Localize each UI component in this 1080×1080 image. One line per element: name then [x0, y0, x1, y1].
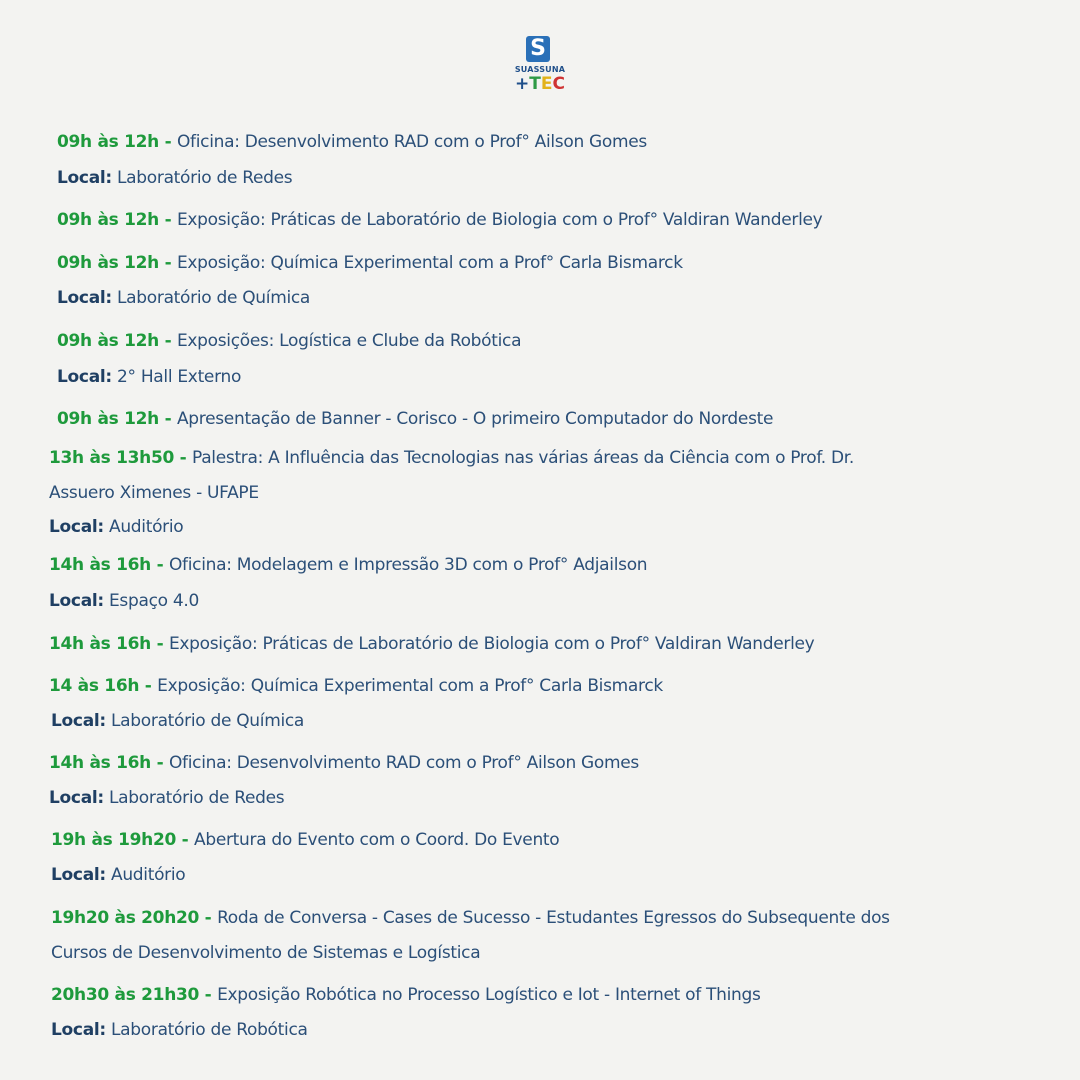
- suassuna-tec-logo: S SUASSUNA +TEC: [508, 36, 572, 98]
- schedule-line: 09h às 12h - Exposição: Química Experime…: [57, 252, 683, 274]
- activity-text: Oficina: Desenvolvimento RAD com o Prof°…: [176, 132, 647, 152]
- location-label: Local:: [57, 367, 112, 387]
- schedule-line: 09h às 12h - Exposição: Práticas de Labo…: [57, 209, 823, 231]
- location-text: Laboratório de Redes: [111, 168, 293, 188]
- activity-text: Palestra: A Influência das Tecnologias n…: [192, 448, 855, 468]
- location-label: Local:: [57, 168, 112, 188]
- schedule-line: 14h às 16h - Exposição: Práticas de Labo…: [49, 633, 815, 655]
- location-label: Local:: [57, 288, 112, 308]
- location-text: 2° Hall Externo: [111, 367, 242, 387]
- schedule-line: 14h às 16h - Oficina: Modelagem e Impres…: [49, 554, 648, 576]
- schedule-line: 14h às 16h - Oficina: Desenvolvimento RA…: [49, 752, 639, 774]
- location-line: Local: Laboratório de Robótica: [51, 1019, 308, 1041]
- location-line: Local: 2° Hall Externo: [57, 366, 241, 388]
- continuation-line: Assuero Ximenes - UFAPE: [49, 482, 259, 504]
- activity-text: Roda de Conversa - Cases de Sucesso - Es…: [217, 908, 890, 928]
- time-range: 09h às 12h -: [57, 331, 177, 351]
- schedule-line: 19h às 19h20 - Abertura do Evento com o …: [51, 829, 560, 851]
- location-line: Local: Laboratório de Química: [51, 710, 304, 732]
- location-line: Local: Laboratório de Redes: [57, 167, 293, 189]
- location-text: Laboratório de Robótica: [105, 1020, 308, 1040]
- activity-text: Exposição Robótica no Processo Logístico…: [217, 985, 761, 1005]
- time-range: 19h às 19h20 -: [51, 830, 194, 850]
- location-line: Local: Auditório: [49, 516, 184, 538]
- activity-text: Exposição: Práticas de Laboratório de Bi…: [168, 634, 815, 654]
- activity-text: Oficina: Modelagem e Impressão 3D com o …: [168, 555, 648, 575]
- time-range: 19h20 às 20h20 -: [51, 908, 218, 928]
- location-text: Auditório: [103, 517, 184, 537]
- schedule-line: 09h às 12h - Exposições: Logística e Clu…: [57, 330, 522, 352]
- activity-text: Exposição: Química Experimental com a Pr…: [157, 676, 663, 696]
- activity-text: Oficina: Desenvolvimento RAD com o Prof°…: [168, 753, 639, 773]
- time-range: 09h às 12h -: [57, 253, 177, 273]
- schedule-line: 09h às 12h - Oficina: Desenvolvimento RA…: [57, 131, 647, 153]
- time-range: 09h às 12h -: [57, 409, 177, 429]
- location-label: Local:: [51, 711, 106, 731]
- activity-text: Cursos de Desenvolvimento de Sistemas e …: [51, 943, 481, 963]
- location-label: Local:: [49, 591, 104, 611]
- activity-text: Exposição: Química Experimental com a Pr…: [176, 253, 683, 273]
- schedule-line: 20h30 às 21h30 - Exposição Robótica no P…: [51, 984, 761, 1006]
- location-line: Local: Laboratório de Redes: [49, 787, 285, 809]
- location-line: Local: Espaço 4.0: [49, 590, 199, 612]
- location-line: Local: Auditório: [51, 864, 186, 886]
- time-range: 14 às 16h -: [49, 676, 158, 696]
- location-label: Local:: [49, 517, 104, 537]
- time-range: 20h30 às 21h30 -: [51, 985, 218, 1005]
- continuation-line: Cursos de Desenvolvimento de Sistemas e …: [51, 942, 481, 964]
- schedule-line: 09h às 12h - Apresentação de Banner - Co…: [57, 408, 773, 430]
- location-label: Local:: [51, 1020, 106, 1040]
- time-range: 09h às 12h -: [57, 132, 177, 152]
- location-text: Laboratório de Redes: [103, 788, 285, 808]
- logo-s-mark: S: [526, 36, 550, 62]
- location-line: Local: Laboratório de Química: [57, 287, 310, 309]
- time-range: 14h às 16h -: [49, 555, 169, 575]
- time-range: 14h às 16h -: [49, 634, 169, 654]
- schedule-page: S SUASSUNA +TEC 09h às 12h - Oficina: De…: [0, 0, 1080, 1080]
- activity-text: Assuero Ximenes - UFAPE: [49, 483, 259, 503]
- schedule-line: 13h às 13h50 - Palestra: A Influência da…: [49, 447, 854, 469]
- activity-text: Exposições: Logística e Clube da Robótic…: [176, 331, 522, 351]
- schedule-line: 14 às 16h - Exposição: Química Experimen…: [49, 675, 663, 697]
- logo-name: SUASSUNA: [514, 65, 566, 74]
- time-range: 14h às 16h -: [49, 753, 169, 773]
- schedule-line: 19h20 às 20h20 - Roda de Conversa - Case…: [51, 907, 890, 929]
- location-text: Espaço 4.0: [103, 591, 199, 611]
- time-range: 09h às 12h -: [57, 210, 177, 230]
- location-text: Auditório: [105, 865, 186, 885]
- location-text: Laboratório de Química: [105, 711, 305, 731]
- activity-text: Exposição: Práticas de Laboratório de Bi…: [176, 210, 823, 230]
- location-text: Laboratório de Química: [111, 288, 311, 308]
- activity-text: Abertura do Evento com o Coord. Do Event…: [194, 830, 560, 850]
- activity-text: Apresentação de Banner - Corisco - O pri…: [176, 409, 774, 429]
- location-label: Local:: [51, 865, 106, 885]
- location-label: Local:: [49, 788, 104, 808]
- time-range: 13h às 13h50 -: [49, 448, 192, 468]
- logo-tec: +TEC: [515, 74, 565, 94]
